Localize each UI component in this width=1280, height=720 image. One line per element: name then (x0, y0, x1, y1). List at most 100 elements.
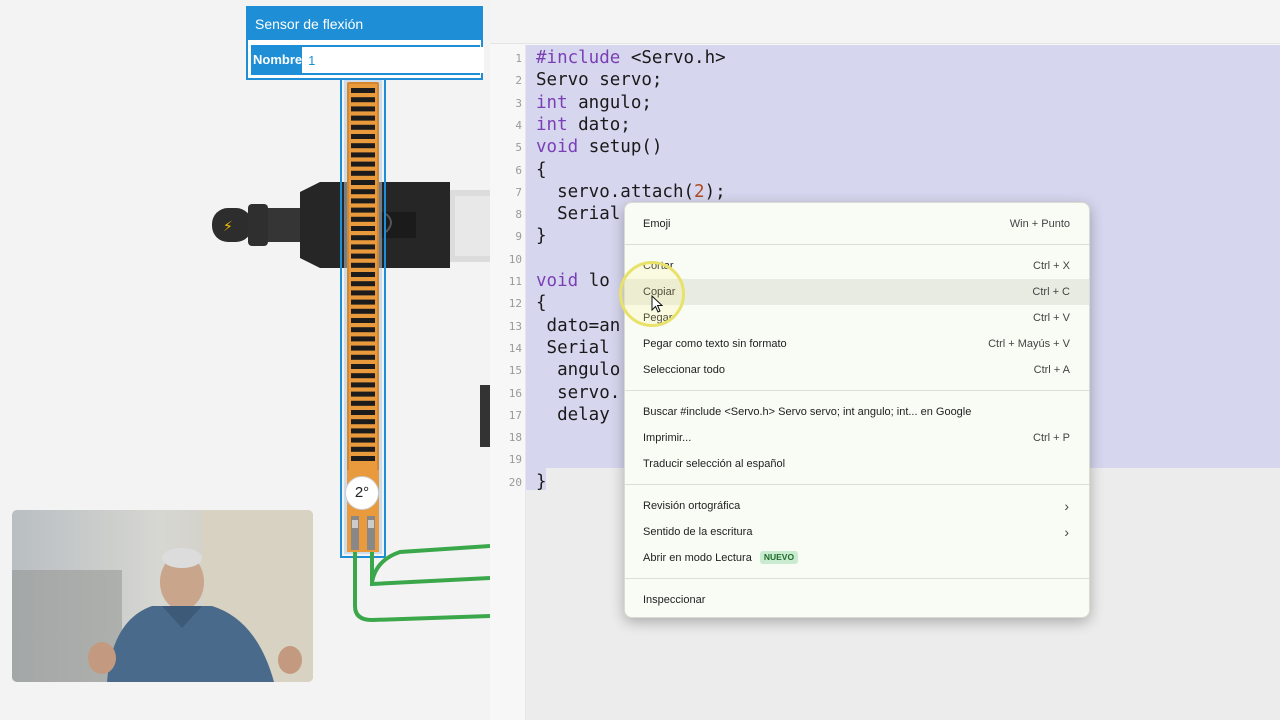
menu-item-text: Inspeccionar (643, 594, 706, 606)
presenter-video (12, 510, 313, 682)
menu-item-copiar[interactable]: Copiar Ctrl + C (625, 279, 1089, 305)
line-number: 17 (508, 408, 522, 422)
line-number: 1 (515, 52, 522, 65)
flex-sensor-stripe (351, 189, 375, 195)
panel-title: Sensor de flexión (248, 8, 481, 40)
line-number: 7 (515, 185, 522, 199)
flex-sensor-stripe (351, 207, 375, 213)
menu-separator (625, 484, 1089, 485)
flex-sensor-stripe (351, 290, 375, 296)
menu-item-cortar[interactable]: Cortar Ctrl + X (625, 253, 1089, 279)
menu-item-label: Inspeccionar (643, 587, 705, 613)
menu-item-emoji[interactable]: Emoji Win + Punto (625, 211, 1089, 237)
menu-item-abrir-en-modo-lectura[interactable]: Abrir en modo Lectura NUEVO (625, 545, 1089, 571)
menu-item-label: Pegar como texto sin formato (643, 331, 787, 357)
line-number: 4 (515, 118, 522, 132)
menu-item-seleccionar-todo[interactable]: Seleccionar todo Ctrl + A (625, 357, 1089, 383)
menu-item-label: Abrir en modo Lectura NUEVO (643, 545, 799, 571)
menu-item-traducir-seleccion-al-espanol[interactable]: Traducir selección al español (625, 451, 1089, 477)
chevron-right-icon: › (1064, 524, 1069, 540)
menu-item-shortcut: Ctrl + Mayús + V (988, 338, 1070, 350)
svg-text:⚡: ⚡ (223, 219, 233, 235)
flex-sensor-stripe (351, 143, 375, 149)
menu-item-text: Seleccionar todo (643, 364, 725, 376)
code-line: int dato; (536, 114, 631, 135)
flex-sensor-stripe (351, 180, 375, 185)
editor-toolbar (490, 0, 1280, 44)
flex-sensor-stripe (351, 124, 375, 130)
flex-sensor-stripe (351, 428, 375, 434)
flex-sensor-stripe (351, 115, 375, 121)
code-line: { (536, 293, 547, 314)
line-number: 16 (508, 386, 522, 400)
code-line: delay (536, 404, 610, 425)
flex-sensor-stripe (351, 244, 375, 250)
menu-separator (625, 578, 1089, 579)
menu-item-shortcut: Ctrl + P (1033, 432, 1070, 444)
menu-separator (625, 390, 1089, 391)
line-number: 20 (508, 475, 522, 489)
line-number: 10 (508, 252, 522, 266)
flex-angle-readout: 2° (345, 476, 379, 510)
menu-item-shortcut: Ctrl + A (1033, 364, 1070, 376)
chevron-right-icon: › (1064, 498, 1069, 514)
line-number: 18 (508, 431, 522, 445)
flex-sensor-stripe (351, 318, 375, 323)
menu-item-buscar-include-servo-h-servo-s[interactable]: Buscar #include <Servo.h> Servo servo; i… (625, 399, 1089, 425)
line-number: 5 (515, 141, 522, 155)
context-menu: Emoji Win + Punto Cortar Ctrl + X Copiar Ctrl… (624, 202, 1090, 618)
flex-sensor-stripe (351, 106, 375, 112)
line-number-gutter: 1 2 3 4 5 6 7 8 9 10 11 12 13 14 15 16 17 18 19 20 (490, 45, 526, 720)
code-line: dato=an (536, 315, 621, 336)
menu-item-inspeccionar[interactable]: Inspeccionar (625, 587, 1089, 613)
code-line: { (536, 159, 547, 180)
line-number: 19 (508, 453, 522, 467)
flex-sensor-stripe (351, 456, 375, 461)
name-input[interactable] (302, 47, 485, 73)
line-number: 11 (508, 275, 522, 288)
menu-item-imprimir[interactable]: Imprimir... Ctrl + P (625, 425, 1089, 451)
mouse-cursor-icon (651, 295, 664, 313)
flex-sensor-stripe (351, 152, 375, 158)
line-number: 13 (508, 319, 522, 333)
menu-item-label: Revisión ortográfica (643, 493, 740, 519)
line-number: 15 (508, 364, 522, 378)
menu-item-text: Sentido de la escritura (643, 526, 753, 538)
flex-sensor-stripe (351, 391, 375, 397)
menu-item-text: Revisión ortográfica (643, 500, 741, 512)
menu-item-shortcut: Ctrl + X (1033, 260, 1070, 272)
menu-item-pegar[interactable]: Pegar Ctrl + V (625, 305, 1089, 331)
name-label: Nombre (253, 47, 303, 73)
code-line: angulo (536, 360, 621, 381)
menu-item-shortcut: Ctrl + V (1033, 312, 1070, 324)
new-badge: NUEVO (759, 551, 799, 564)
line-number: 3 (515, 96, 522, 110)
flex-sensor-stripe (351, 382, 375, 388)
menu-item-text: Buscar #include <Servo.h> Servo servo; i… (643, 406, 972, 418)
flex-sensor-stripe (351, 419, 375, 425)
circuit-canvas[interactable]: ⚡ 2° Sensor de flexión Nombre 1 (0, 0, 490, 720)
code-line: servo.attach(2); (536, 181, 726, 202)
line-number: 12 (508, 297, 522, 311)
menu-item-text: Pegar como texto sin formato (643, 338, 787, 350)
code-line: } (536, 226, 547, 247)
menu-item-pegar-como-texto-sin-formato[interactable]: Pegar como texto sin formato Ctrl + Mayús… (625, 331, 1089, 357)
flex-sensor-stripe (351, 170, 375, 176)
menu-item-text: Emoji (643, 218, 671, 230)
flex-sensor-stripe (351, 446, 375, 452)
code-line: } (536, 471, 547, 492)
code-line: Servo servo; (536, 70, 663, 91)
click-highlight (619, 261, 685, 327)
line-number: 14 (508, 341, 522, 355)
menu-item-text: Imprimir... (643, 432, 692, 444)
menu-item-label: Emoji (643, 211, 671, 237)
flex-sensor-stripe (351, 88, 375, 93)
flex-sensor-stripe (351, 134, 375, 139)
flex-sensor-stripe (351, 97, 375, 103)
line-number: 9 (515, 230, 522, 244)
menu-item-revision-ortografica[interactable]: Revisión ortográfica › (625, 493, 1089, 519)
menu-item-sentido-de-la-escritura[interactable]: Sentido de la escritura › (625, 519, 1089, 545)
flex-sensor-stripe (351, 281, 375, 287)
code-line: servo. (536, 382, 621, 403)
menu-separator (625, 244, 1089, 245)
